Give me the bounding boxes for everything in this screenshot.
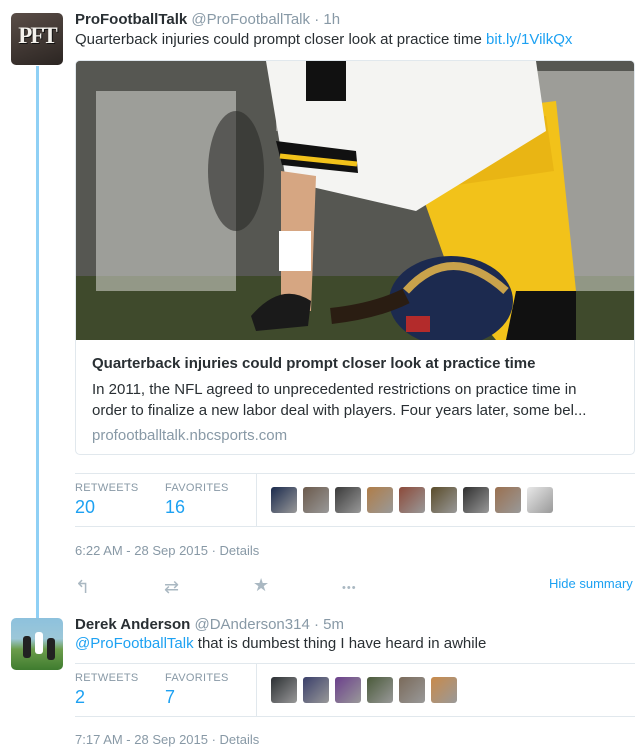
details-link[interactable]: Details: [220, 543, 260, 558]
details-link[interactable]: Details: [220, 732, 260, 747]
tweet-header: Derek Anderson @DAnderson314 · 5m: [75, 616, 344, 634]
card-description-line-1: In 2011, the NFL agreed to unprecedented…: [92, 381, 577, 398]
retweets-label: RETWEETS: [75, 672, 139, 684]
derek-anderson-avatar[interactable]: [11, 618, 63, 670]
tweet-time[interactable]: 1h: [323, 11, 340, 28]
tweet-link[interactable]: bit.ly/1VilkQx: [486, 31, 572, 48]
author-handle[interactable]: @ProFootballTalk: [191, 11, 310, 28]
avatar-figure: [47, 638, 55, 660]
retweets-label: RETWEETS: [75, 482, 139, 494]
author-handle[interactable]: @DAnderson314: [194, 616, 309, 633]
favorites-count[interactable]: 16: [165, 497, 185, 518]
tweet-text: @ProFootballTalk that is dumbest thing I…: [75, 634, 486, 654]
avatar-user-6[interactable]: [431, 487, 457, 513]
avatar-user-c[interactable]: [335, 677, 361, 703]
tweet-timestamp-row: 7:17 AM - 28 Sep 2015 · Details: [75, 732, 260, 747]
avatar-user-e[interactable]: [399, 677, 425, 703]
retweets-count[interactable]: 20: [75, 497, 95, 518]
avatar-user-b[interactable]: [303, 677, 329, 703]
tweet-time[interactable]: 5m: [323, 616, 344, 633]
tweet-body: that is dumbest thing I have heard in aw…: [193, 635, 487, 652]
tweet-body: Quarterback injuries could prompt closer…: [75, 31, 482, 48]
avatar-logo-text: PFT: [18, 23, 57, 48]
avatar-user-7[interactable]: [463, 487, 489, 513]
avatar-user-d[interactable]: [367, 677, 393, 703]
tweet-timestamp: 7:17 AM - 28 Sep 2015: [75, 732, 208, 747]
favorite-icon[interactable]: ★: [253, 576, 269, 594]
divider: [75, 663, 635, 664]
reply-icon[interactable]: ↰: [75, 578, 90, 596]
stats-divider: [256, 474, 257, 526]
tweet-timestamp-row: 6:22 AM - 28 Sep 2015 · Details: [75, 543, 260, 558]
divider: [75, 526, 635, 527]
avatar-panthers[interactable]: [271, 677, 297, 703]
favorites-count[interactable]: 7: [165, 687, 175, 708]
avatar-texans[interactable]: [271, 487, 297, 513]
avatar-user-5[interactable]: [399, 487, 425, 513]
tweet-header: ProFootballTalk @ProFootballTalk · 1h: [75, 11, 340, 29]
hide-summary-link[interactable]: Hide summary: [549, 576, 633, 591]
retweets-count[interactable]: 2: [75, 687, 85, 708]
conversation-thread-line: [36, 66, 39, 618]
avatar-figure: [23, 636, 31, 658]
card-domain[interactable]: profootballtalk.nbcsports.com: [92, 427, 287, 444]
avatar-figure: [35, 632, 43, 654]
card-description-line-2: order to finalize a new labor deal with …: [92, 402, 587, 419]
divider: [75, 473, 635, 474]
mention-link[interactable]: @ProFootballTalk: [75, 635, 194, 652]
avatar-user-2[interactable]: [303, 487, 329, 513]
retweet-icon[interactable]: ⇄: [164, 578, 179, 596]
card-title[interactable]: Quarterback injuries could prompt closer…: [92, 355, 535, 372]
favorites-label: FAVORITES: [165, 672, 229, 684]
card-description: In 2011, the NFL agreed to unprecedented…: [92, 379, 622, 421]
author-name[interactable]: ProFootballTalk: [75, 11, 187, 28]
tweet-text: Quarterback injuries could prompt closer…: [75, 30, 572, 50]
tweet-timestamp: 6:22 AM - 28 Sep 2015: [75, 543, 208, 558]
avatar-user-8[interactable]: [495, 487, 521, 513]
avatar-user-f[interactable]: [431, 677, 457, 703]
avatar-user-4[interactable]: [367, 487, 393, 513]
author-name[interactable]: Derek Anderson: [75, 616, 190, 633]
separator: ·: [313, 616, 319, 633]
card-photo[interactable]: [76, 61, 634, 340]
separator: ·: [314, 11, 320, 28]
avatar-user-3[interactable]: [335, 487, 361, 513]
favorites-label: FAVORITES: [165, 482, 229, 494]
divider: [75, 716, 635, 717]
profootballtalk-avatar[interactable]: PFT: [11, 13, 63, 65]
avatar-user-9[interactable]: [527, 487, 553, 513]
link-summary-card[interactable]: Quarterback injuries could prompt closer…: [75, 60, 635, 455]
more-icon[interactable]: •••: [342, 579, 357, 597]
stats-divider: [256, 664, 257, 716]
